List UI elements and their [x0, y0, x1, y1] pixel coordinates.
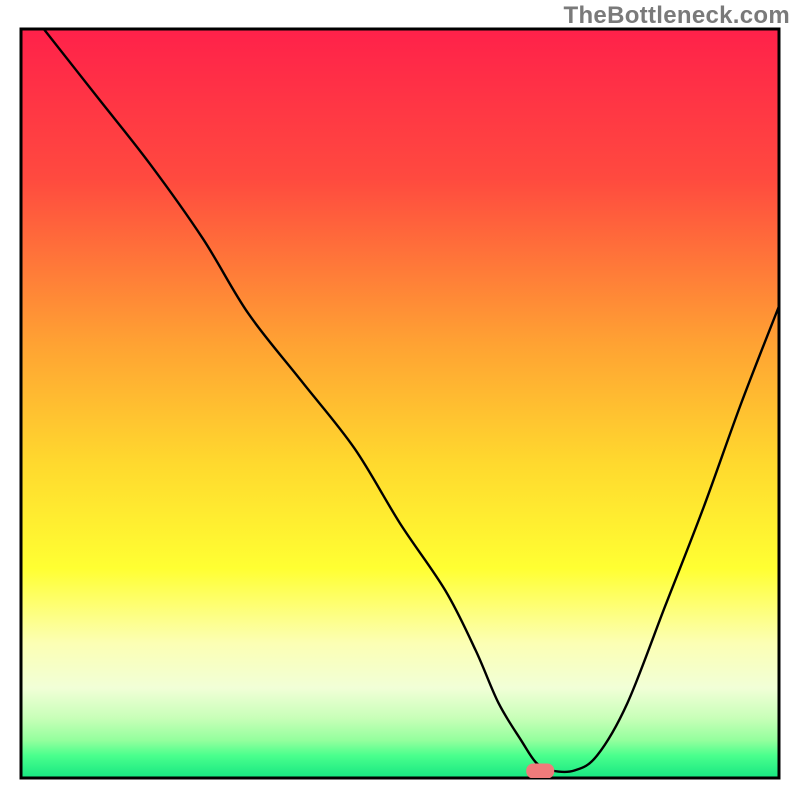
bottleneck-chart — [0, 0, 800, 800]
plot-background — [21, 29, 779, 778]
curve-minimum-marker — [526, 764, 554, 779]
watermark-text: TheBottleneck.com — [564, 2, 790, 30]
